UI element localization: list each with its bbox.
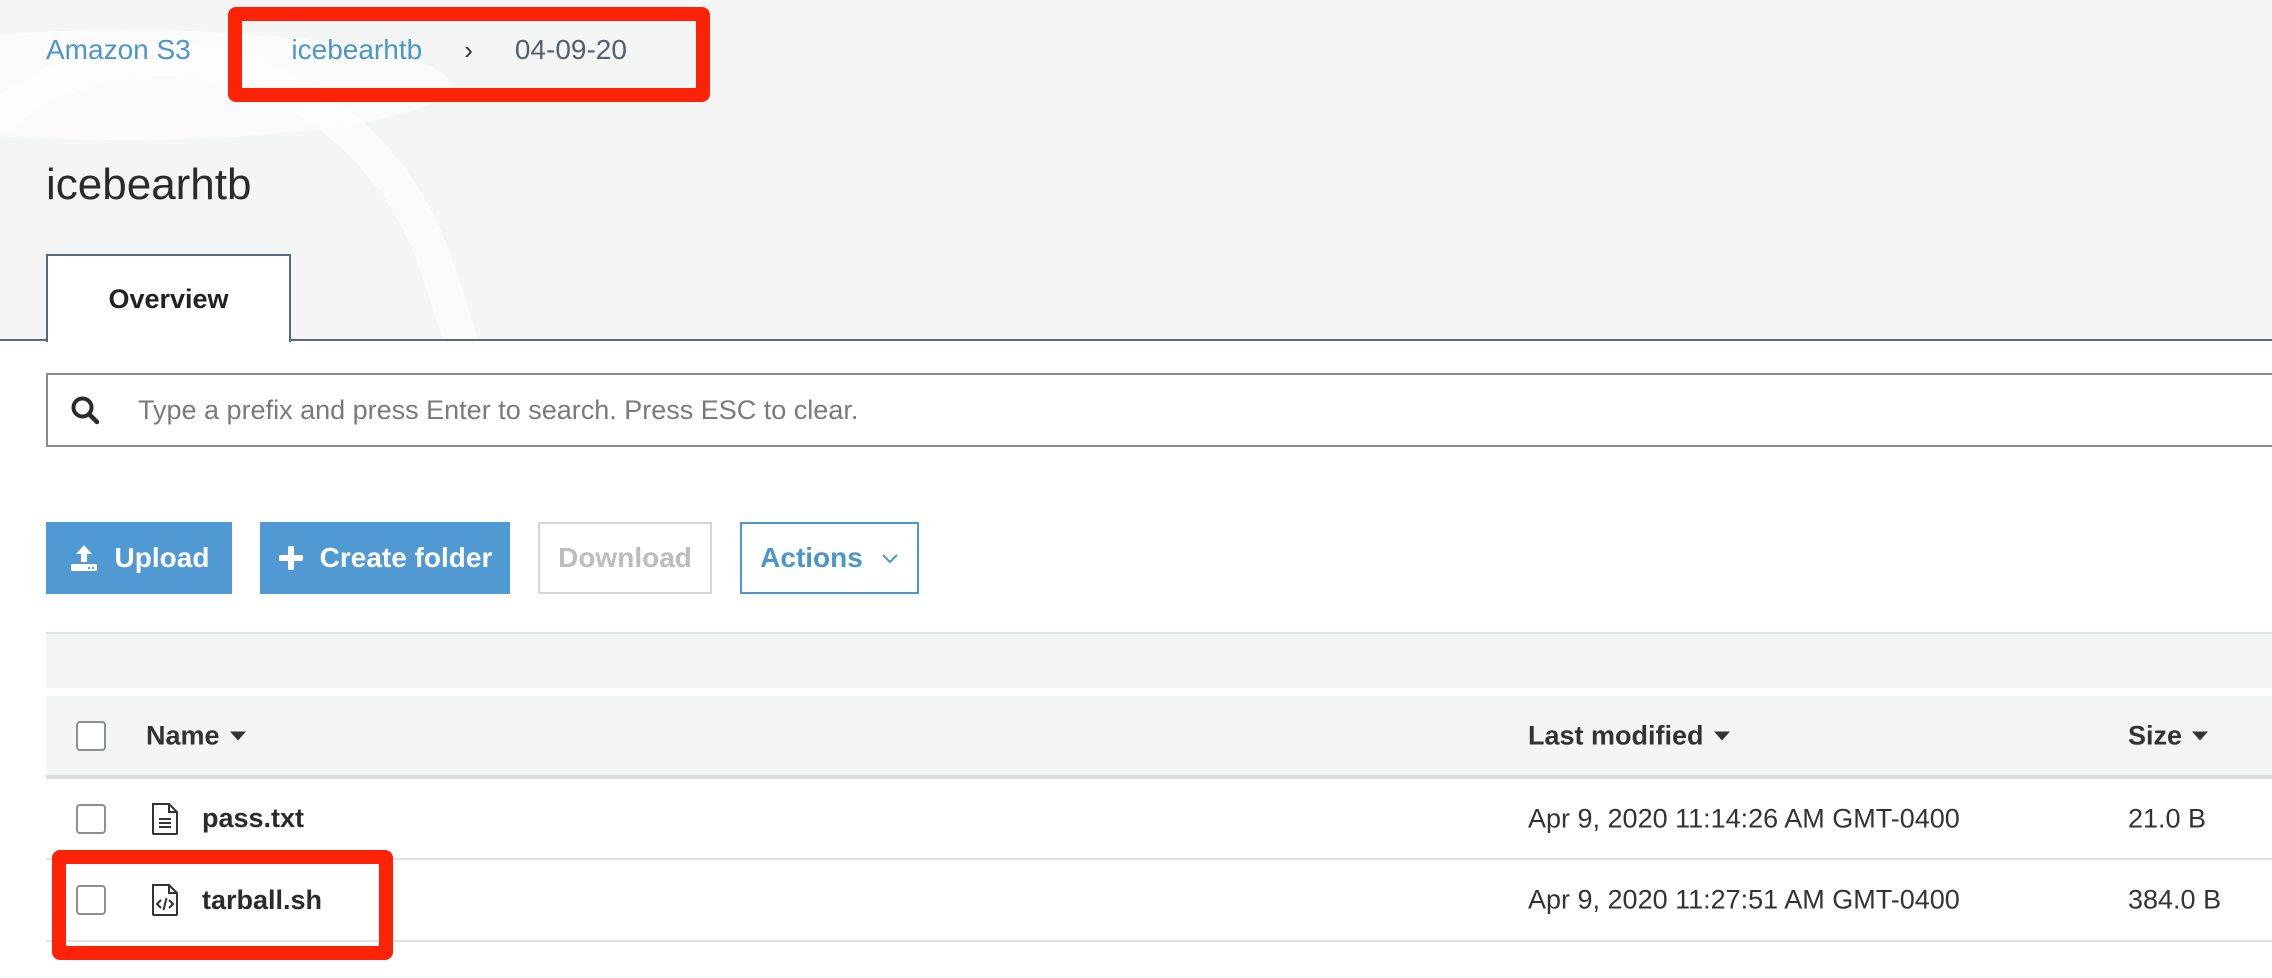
tab-bar-border [0,339,2272,341]
breadcrumb: Amazon S3 › icebearhtb › 04-09-20 [46,30,627,70]
column-header-last-modified-label: Last modified [1528,720,1704,750]
page-title: icebearhtb [46,160,252,209]
search-box[interactable] [46,373,2272,447]
tab-overview-label: Overview [108,283,229,314]
objects-table: Name Last modified Size pass.txt Apr 9, … [46,696,2272,942]
actions-label: Actions [760,542,863,573]
row-last-modified: Apr 9, 2020 11:27:51 AM GMT-0400 [1528,884,1960,915]
row-size: 21.0 B [2128,803,2207,833]
download-button[interactable]: Download [538,522,712,594]
table-row: pass.txt Apr 9, 2020 11:14:26 AM GMT-040… [46,779,2272,860]
table-row: tarball.sh Apr 9, 2020 11:27:51 AM GMT-0… [46,860,2272,942]
chevron-down-icon [882,554,898,564]
table-toolbar-band [46,632,2272,688]
row-last-modified: Apr 9, 2020 11:14:26 AM GMT-0400 [1528,803,1960,833]
search-icon [70,395,130,425]
tab-overview[interactable]: Overview [46,254,291,342]
caret-down-icon [229,731,246,740]
column-header-name-label: Name [146,720,220,750]
row-checkbox[interactable] [76,803,106,834]
row-size: 384.0 B [2128,884,2222,915]
select-all-checkbox[interactable] [76,720,106,751]
column-header-size-label: Size [2128,720,2183,750]
upload-label: Upload [114,542,210,573]
column-header-last-modified[interactable]: Last modified [1528,720,1730,751]
upload-icon [70,545,97,571]
create-folder-label: Create folder [319,542,493,573]
column-header-name[interactable]: Name [146,720,246,751]
search-input[interactable] [136,393,2040,427]
text-file-icon [150,802,180,836]
row-checkbox[interactable] [76,885,106,915]
column-header-size[interactable]: Size [2128,720,2209,751]
plus-icon [278,546,303,570]
breadcrumb-separator-icon: › [232,34,242,65]
file-name-link[interactable]: pass.txt [202,803,304,834]
breadcrumb-separator-icon: › [464,34,473,65]
row-name-cell: tarball.sh [146,883,322,917]
actions-dropdown[interactable]: Actions [740,522,919,594]
breadcrumb-bucket[interactable]: icebearhtb [291,34,422,66]
code-file-icon [150,883,180,917]
breadcrumb-current-folder: 04-09-20 [514,34,627,65]
create-folder-button[interactable]: Create folder [260,522,510,594]
table-header-row: Name Last modified Size [46,696,2272,779]
breadcrumb-amazon-s3[interactable]: Amazon S3 [46,34,191,66]
upload-button[interactable]: Upload [46,522,232,594]
file-name-link[interactable]: tarball.sh [202,885,322,916]
caret-down-icon [2192,731,2209,740]
caret-down-icon [1713,731,1730,740]
download-label: Download [558,542,692,573]
row-name-cell: pass.txt [146,802,304,836]
